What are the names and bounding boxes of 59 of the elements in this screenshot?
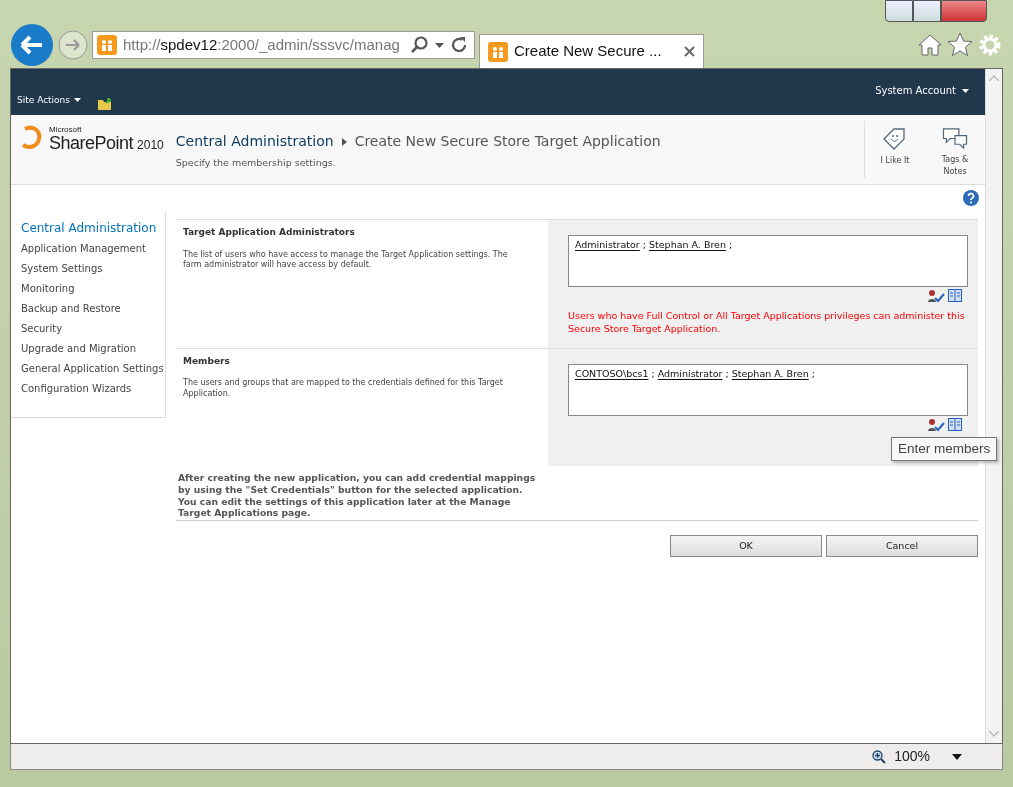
folder-icon[interactable]	[97, 97, 113, 111]
info-note: After creating the new application, you can add credential mappings by using the "Set Credentials" button for the selected application. You can edit the settings of this application later at the Manage Target Applications page.	[177, 470, 536, 520]
caret-icon[interactable]	[962, 89, 969, 93]
tag-smiley-icon[interactable]	[882, 127, 908, 151]
navigation-link[interactable]: Application Management	[21, 243, 165, 255]
address-book-icon[interactable]	[948, 289, 962, 302]
star-icon[interactable]	[947, 32, 973, 58]
section-title: Members	[183, 355, 230, 366]
sharepoint-favicon-icon	[97, 35, 117, 55]
zoom-level[interactable]: 100%	[894, 746, 930, 767]
action-button[interactable]: I Like It	[875, 155, 915, 167]
logo-vendor: Microsoft	[49, 126, 83, 134]
form-button[interactable]: Cancel	[826, 535, 978, 558]
search-icon[interactable]	[411, 36, 429, 54]
page-title: Create New Secure Store Target Application	[354, 132, 661, 151]
breadcrumb-link[interactable]: Central Administration	[175, 131, 334, 152]
address-text: http://spdev12:2000/_admin/sssvc/manag	[123, 34, 401, 55]
logo-version: 2010	[137, 139, 164, 151]
zoom-icon[interactable]	[872, 749, 887, 764]
people-picker-field[interactable]: CONTOSO\bcs1 ; Administrator ; Stephan A. Bren ;	[568, 363, 968, 416]
browser-tab[interactable]: Create New Secure ...	[479, 34, 704, 68]
maximize-button[interactable]	[913, 0, 941, 22]
address-bar[interactable]: http://spdev12:2000/_admin/sssvc/manag	[92, 31, 475, 59]
dropdown-caret-icon[interactable]	[952, 753, 962, 760]
close-icon[interactable]	[684, 46, 695, 57]
tooltip: Enter members	[891, 436, 998, 461]
minimize-button[interactable]	[885, 0, 913, 22]
logo-product: SharePoint	[49, 134, 134, 152]
page-description: Specify the membership settings.	[175, 156, 337, 170]
check-names-icon[interactable]	[927, 289, 945, 303]
warning-text: Users who have Full Control or All Target Applications privileges can administer this Secure Store Target Application.	[568, 309, 966, 336]
dropdown-caret-icon[interactable]	[435, 42, 444, 48]
check-names-icon[interactable]	[927, 417, 945, 432]
close-button[interactable]	[941, 0, 987, 22]
section-description: The list of users who have access to manage the Target Application settings. The farm administrator will have access by default.	[183, 249, 509, 272]
caret-icon[interactable]	[74, 98, 81, 102]
site-actions-menu[interactable]: Site Actions	[17, 93, 81, 111]
navigation-link[interactable]: General Application Settings	[21, 363, 165, 375]
address-book-icon[interactable]	[948, 417, 962, 431]
navigation-heading[interactable]: Central Administration	[21, 219, 165, 237]
navigation-link[interactable]: Security	[21, 323, 165, 335]
people-picker-field[interactable]: Administrator ; Stephan A. Bren ;	[568, 235, 968, 287]
navigation-link[interactable]: System Settings	[21, 263, 165, 275]
navigation-link[interactable]: Upgrade and Migration	[21, 343, 165, 355]
help-icon[interactable]	[963, 190, 979, 206]
action-button[interactable]: Tags & Notes	[935, 154, 975, 178]
navigation-link[interactable]: Monitoring	[21, 283, 165, 295]
user-menu[interactable]: System Account	[875, 69, 969, 115]
form-button[interactable]: OK	[670, 535, 822, 558]
tab-title: Create New Secure ...	[514, 41, 663, 62]
section-description: The users and groups that are mapped to the credentials defined for this Target Application.	[183, 378, 504, 400]
sharepoint-favicon-icon	[488, 41, 508, 62]
speech-bubbles-icon[interactable]	[941, 127, 969, 150]
navigation-link[interactable]: Configuration Wizards	[21, 383, 165, 395]
navigation-link[interactable]: Backup and Restore	[21, 303, 165, 315]
refresh-icon[interactable]	[450, 36, 468, 54]
home-icon[interactable]	[917, 32, 943, 58]
chevron-icon	[341, 137, 347, 146]
section-title: Target Application Administrators	[183, 227, 355, 237]
